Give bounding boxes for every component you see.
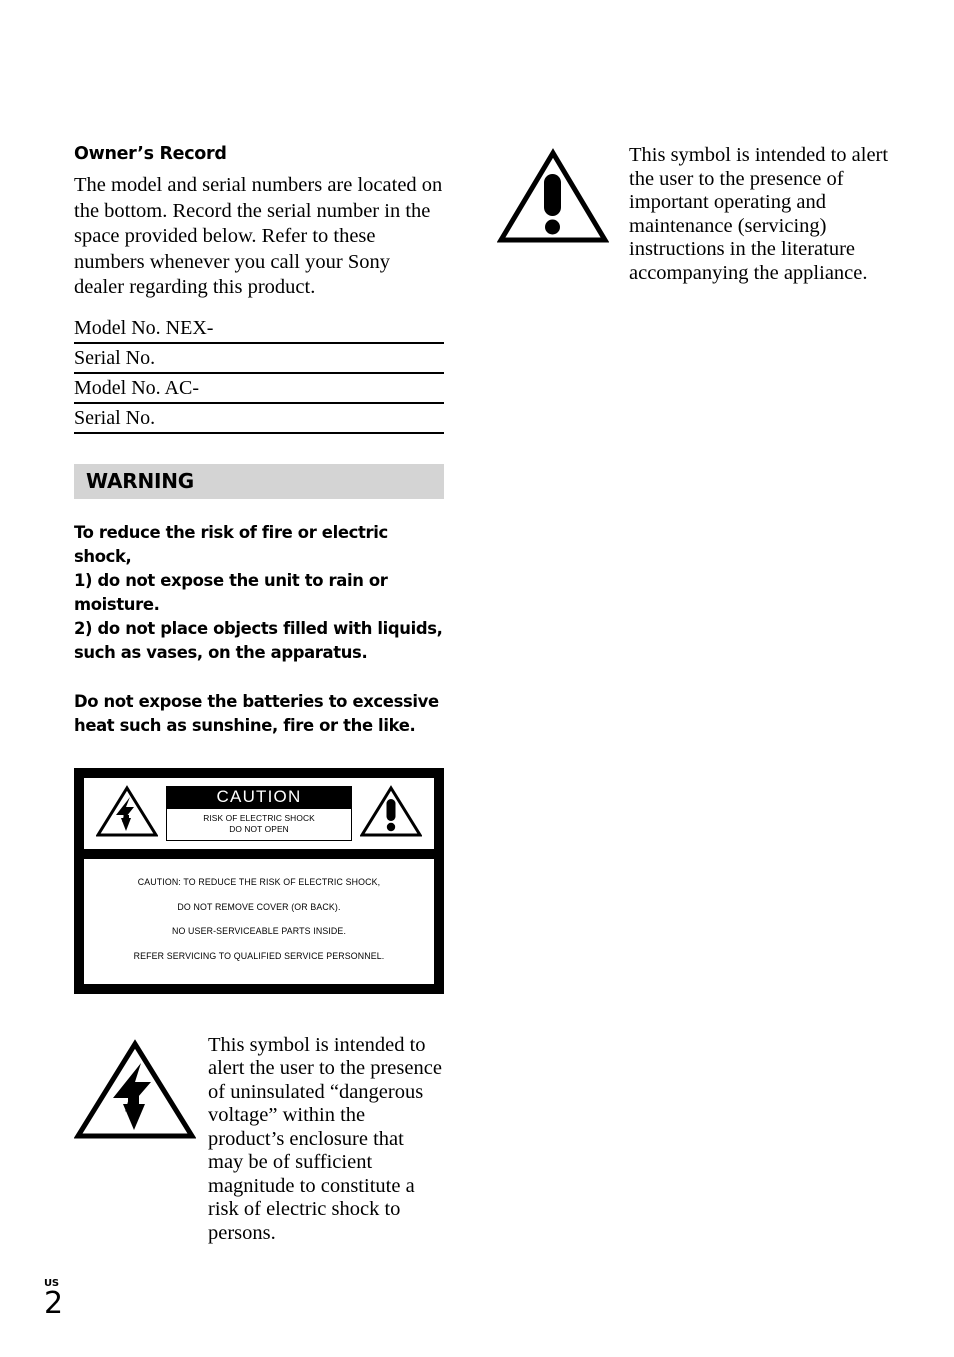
- caution-line-4: REFER SERVICING TO QUALIFIED SERVICE PER…: [133, 950, 385, 961]
- right-column: This symbol is intended to alert the use…: [496, 144, 897, 285]
- caution-title: CAUTION: [166, 786, 352, 809]
- warning-header-bar: WARNING: [74, 463, 444, 499]
- caution-box: CAUTION RISK OF ELECTRIC SHOCK DO NOT OP…: [74, 767, 444, 994]
- exclamation-symbol-text: This symbol is intended to alert the use…: [629, 144, 889, 284]
- caution-line-2: DO NOT REMOVE COVER (OR BACK).: [177, 901, 341, 912]
- record-field-model-ac[interactable]: Model No. AC-: [74, 377, 444, 404]
- caution-box-text-block: CAUTION: TO REDUCE THE RISK OF ELECTRIC …: [84, 859, 434, 984]
- warning-paragraph-2: Do not expose the batteries to excessive…: [74, 691, 439, 735]
- record-field-model-nex[interactable]: Model No. NEX-: [74, 317, 444, 344]
- caution-subtitle: RISK OF ELECTRIC SHOCK DO NOT OPEN: [166, 808, 352, 841]
- record-field-serial-nex[interactable]: Serial No.: [74, 347, 444, 374]
- caution-label-block: CAUTION RISK OF ELECTRIC SHOCK DO NOT OP…: [166, 786, 352, 841]
- record-field-serial-ac[interactable]: Serial No.: [74, 407, 444, 434]
- exclamation-symbol-note: This symbol is intended to alert the use…: [496, 144, 897, 285]
- caution-box-divider: [84, 848, 434, 859]
- page-number: 2: [44, 1286, 64, 1321]
- warning-title: WARNING: [86, 469, 194, 494]
- owners-record-heading: Owner’s Record: [74, 144, 227, 164]
- caution-line-3: NO USER-SERVICEABLE PARTS INSIDE.: [171, 926, 347, 937]
- exclamation-triangle-icon: [496, 148, 610, 251]
- caution-line-1: CAUTION: TO REDUCE THE RISK OF ELECTRIC …: [137, 876, 381, 887]
- lightning-bolt-triangle-icon: [95, 785, 159, 842]
- exclamation-triangle-icon: [359, 785, 423, 842]
- lightning-bolt-triangle-icon: [73, 1038, 197, 1147]
- lightning-symbol-note: This symbol is intended to alert the use…: [73, 1032, 444, 1246]
- owners-record-body: The model and serial numbers are located…: [74, 174, 443, 299]
- lightning-symbol-text: This symbol is intended to alert the use…: [208, 1033, 442, 1244]
- owners-record-fields: Model No. NEX- Serial No. Model No. AC- …: [74, 317, 444, 434]
- left-column: Owner’s Record The model and serial numb…: [73, 144, 444, 1246]
- warning-paragraph-1: To reduce the risk of fire or electric s…: [74, 522, 443, 662]
- caution-box-top-row: CAUTION RISK OF ELECTRIC SHOCK DO NOT OP…: [84, 777, 434, 849]
- page-footer: US 2: [44, 1278, 63, 1319]
